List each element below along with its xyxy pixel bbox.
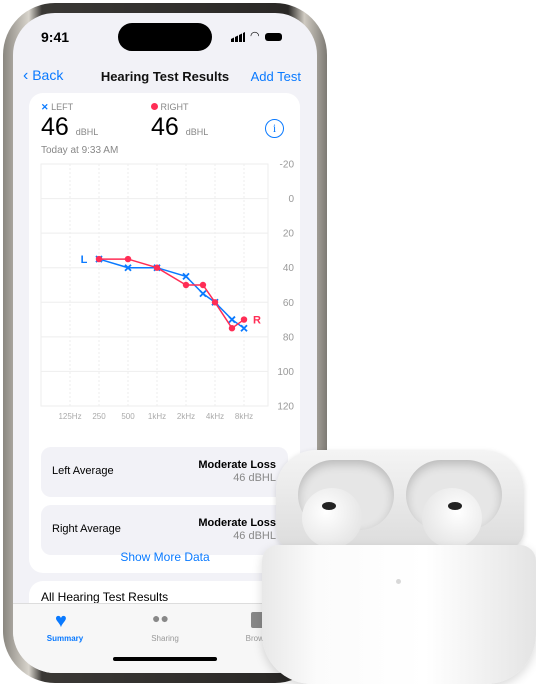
x-tick-label: 2kHz bbox=[177, 412, 195, 421]
data-point-R bbox=[228, 325, 236, 332]
data-point-L bbox=[199, 290, 207, 298]
y-tick-label: -20 bbox=[280, 160, 295, 171]
data-point-R bbox=[240, 316, 248, 323]
case-body bbox=[262, 545, 536, 684]
x-tick-label: 8kHz bbox=[235, 412, 253, 421]
airpod-left bbox=[302, 488, 362, 548]
y-tick-label: 120 bbox=[277, 402, 294, 413]
data-point-R bbox=[182, 281, 190, 289]
airpods-case bbox=[262, 450, 536, 684]
y-tick-label: 60 bbox=[283, 298, 295, 309]
y-tick-label: 100 bbox=[277, 367, 294, 378]
series-label-L: L bbox=[81, 254, 88, 266]
series-line-R bbox=[99, 258, 245, 330]
data-point-L bbox=[240, 324, 248, 332]
data-point-L bbox=[228, 315, 236, 324]
data-point-R bbox=[153, 264, 161, 271]
y-tick-label: 20 bbox=[283, 229, 295, 240]
y-tick-label: 80 bbox=[283, 332, 295, 343]
data-point-R bbox=[124, 255, 132, 263]
x-tick-label: 4kHz bbox=[206, 412, 224, 421]
x-tick-label: 125Hz bbox=[58, 412, 81, 421]
x-tick-label: 250 bbox=[92, 412, 106, 421]
y-tick-label: 40 bbox=[283, 263, 295, 274]
x-tick-label: 1kHz bbox=[148, 412, 166, 421]
series-line-L bbox=[98, 258, 245, 329]
airpod-right bbox=[422, 488, 482, 548]
chart-frame bbox=[40, 163, 269, 407]
series-label-R: R bbox=[253, 315, 261, 327]
data-point-R bbox=[199, 281, 207, 289]
data-point-R bbox=[95, 255, 103, 263]
x-tick-label: 500 bbox=[121, 412, 135, 421]
y-tick-label: 0 bbox=[288, 194, 294, 205]
data-point-R bbox=[211, 299, 219, 306]
